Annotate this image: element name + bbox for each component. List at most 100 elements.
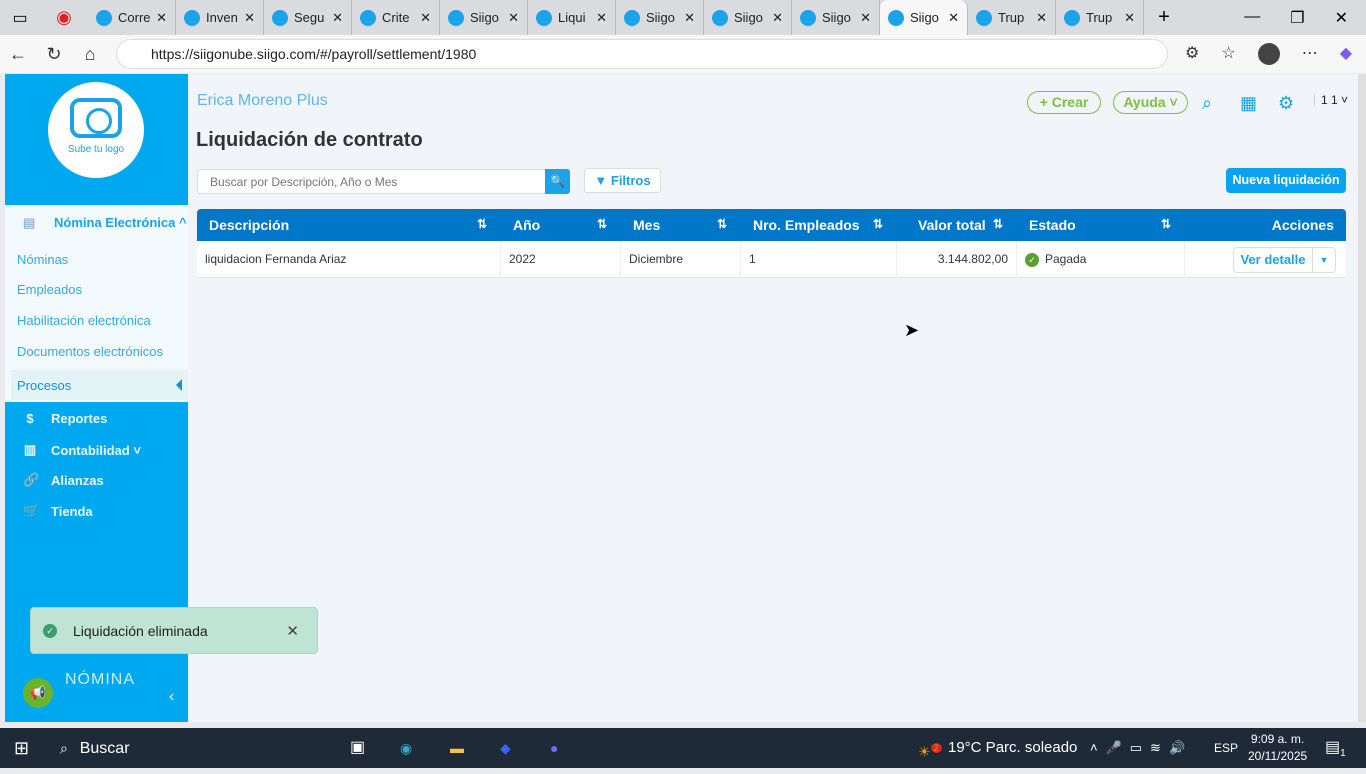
close-toast-icon[interactable]: ✕ (286, 622, 299, 640)
extensions-icon[interactable]: ⚙ (1185, 43, 1199, 65)
new-settlement-button[interactable]: Nueva liquidación (1226, 168, 1346, 193)
notifications-icon[interactable]: ▤1 (1325, 728, 1346, 768)
cell-empleados: 1 (741, 241, 897, 278)
close-tab-icon[interactable]: ✕ (1036, 10, 1047, 26)
help-button[interactable]: Ayuda ˅ (1113, 91, 1188, 114)
sidebar-item-empleados[interactable]: Empleados (17, 282, 82, 297)
close-tab-icon[interactable]: ✕ (420, 10, 431, 26)
col-descripcion[interactable]: Descripción (209, 217, 289, 233)
close-window-button[interactable]: ✕ (1335, 8, 1348, 28)
tab-actions-icon[interactable]: ▭ (0, 8, 40, 28)
browser-tab[interactable]: Trup ✕ (1056, 0, 1144, 35)
col-mes[interactable]: Mes (633, 217, 660, 233)
calendar-icon[interactable]: ▦ (1240, 93, 1257, 114)
browser-tab[interactable]: Siigo ✕ (704, 0, 792, 35)
sort-icon: ⇅ (597, 217, 608, 231)
close-tab-icon[interactable]: ✕ (948, 10, 959, 26)
browser-tab[interactable]: Segu ✕ (264, 0, 352, 35)
sidebar-item-reportes[interactable]: $ Reportes (23, 411, 107, 426)
col-empleados[interactable]: Nro. Empleados (753, 217, 860, 233)
start-icon[interactable]: ⊞ (14, 728, 29, 768)
browser-tab[interactable]: Crite ✕ (352, 0, 440, 35)
cart-icon: 🛒 (23, 503, 40, 518)
sort-icon: ⇅ (717, 217, 728, 231)
task-view-icon[interactable]: ▣ (350, 728, 365, 768)
refresh-icon[interactable]: ↻ (36, 44, 72, 65)
sidebar-item-contabilidad[interactable]: ▥ Contabilidad ˅ (23, 442, 141, 458)
sidebar-item-alianzas[interactable]: 🔗 Alianzas (23, 472, 104, 488)
favicon-icon (360, 9, 376, 26)
close-tab-icon[interactable]: ✕ (860, 10, 871, 26)
sidebar-item-habilitacion[interactable]: Habilitación electrónica (17, 313, 151, 328)
taskbar: ⊞ ⌕ Buscar ▣ ◉ ▬ ◆ ● ☀ 2 19°C Parc. solea… (0, 728, 1366, 768)
sidebar-item-nominas[interactable]: Nóminas (17, 252, 68, 267)
sidebar-section-nomina[interactable]: ▤ Nómina Electrónica ^ (5, 215, 188, 230)
app-icon[interactable]: ◆ (500, 728, 511, 768)
close-tab-icon[interactable]: ✕ (244, 10, 255, 26)
search-icon[interactable]: ⌕ (1202, 93, 1212, 114)
favorites-icon[interactable]: ☆ (1221, 43, 1235, 65)
browser-tab[interactable]: Corre ✕ (88, 0, 176, 35)
megaphone-button[interactable]: 📢 (23, 678, 53, 708)
file-explorer-icon[interactable]: ▬ (450, 728, 464, 768)
close-tab-icon[interactable]: ✕ (156, 10, 167, 26)
teams-icon[interactable]: ● (550, 728, 558, 768)
collapse-sidebar-icon[interactable]: ‹ (169, 688, 174, 706)
browser-tab[interactable]: Siigo ✕ (880, 0, 968, 35)
browser-tab[interactable]: Siigo ✕ (616, 0, 704, 35)
browser-tab[interactable]: Siigo ✕ (792, 0, 880, 35)
language[interactable]: ESP (1214, 728, 1238, 768)
user-menu[interactable]: 1 1 ˅ (1314, 93, 1348, 107)
search-input[interactable] (197, 169, 546, 194)
view-detail-button[interactable]: Ver detalle (1233, 247, 1313, 273)
page-title: Liquidación de contrato (196, 129, 423, 151)
home-icon[interactable]: ⌂ (72, 44, 108, 65)
weather-text[interactable]: 19°C Parc. soleado (948, 728, 1077, 768)
close-tab-icon[interactable]: ✕ (508, 10, 519, 26)
col-estado[interactable]: Estado (1029, 217, 1076, 233)
close-tab-icon[interactable]: ✕ (772, 10, 783, 26)
create-button[interactable]: + Crear (1027, 91, 1101, 114)
browser-tab[interactable]: Inven ✕ (176, 0, 264, 35)
table-header: Descripción ⇅ Año ⇅ Mes ⇅ Nro. Empleados ⇅ V… (197, 209, 1346, 241)
tray-icons[interactable]: ˄🎤▭≋🔊 (1090, 728, 1193, 768)
gear-icon[interactable]: ⚙ (1278, 93, 1294, 114)
search-button[interactable]: 🔍 (545, 169, 570, 194)
profile-avatar[interactable] (1257, 43, 1280, 65)
more-icon[interactable]: ⋯ (1302, 43, 1318, 65)
sidebar-item-procesos[interactable]: Procesos (11, 370, 188, 400)
taskbar-search[interactable]: ⌕ Buscar (60, 728, 360, 768)
logo-text: Sube tu logo (67, 144, 125, 155)
col-anio[interactable]: Año (513, 217, 540, 233)
close-tab-icon[interactable]: ✕ (684, 10, 695, 26)
upload-logo[interactable]: Sube tu logo (48, 82, 144, 178)
weather-icon[interactable]: ☀ 2 (918, 728, 942, 768)
close-tab-icon[interactable]: ✕ (332, 10, 343, 26)
browser-tab[interactable]: Liqui ✕ (528, 0, 616, 35)
copilot-icon[interactable]: ◆ (1340, 43, 1352, 65)
browser-tab[interactable]: Trup ✕ (968, 0, 1056, 35)
clock[interactable]: 9:09 a. m. 20/11/2025 (1248, 731, 1307, 765)
cell-valor: 3.144.802,00 (897, 241, 1017, 278)
new-tab-button[interactable]: + (1144, 6, 1184, 29)
close-tab-icon[interactable]: ✕ (596, 10, 607, 26)
back-icon[interactable]: ← (0, 44, 36, 65)
filters-button[interactable]: ▼ Filtros (584, 168, 661, 193)
maximize-button[interactable]: ❐ (1290, 8, 1304, 28)
sidebar-item-documentos[interactable]: Documentos electrónicos (17, 344, 163, 359)
toast-notification: ✓ Liquidación eliminada ✕ (30, 607, 318, 654)
favicon-icon (272, 9, 288, 26)
scrollbar[interactable] (1358, 74, 1366, 722)
edge-icon[interactable]: ◉ (400, 728, 412, 768)
minimize-button[interactable]: — (1244, 8, 1260, 28)
browser-tab-bar: ▭ ◉ Corre ✕ Inven ✕ Segu ✕ Crite ✕ Siigo ✕ Liqui ✕ S… (0, 0, 1366, 35)
cell-descripcion: liquidacion Fernanda Ariaz (197, 241, 501, 278)
col-valor[interactable]: Valor total (918, 217, 986, 233)
browser-tab[interactable]: Siigo ✕ (440, 0, 528, 35)
actions-dropdown[interactable]: ▼ (1312, 247, 1336, 273)
camera-icon (70, 98, 122, 138)
record-tab-icon[interactable]: ◉ (40, 7, 88, 28)
close-tab-icon[interactable]: ✕ (1124, 10, 1135, 26)
sidebar-item-tienda[interactable]: 🛒 Tienda (23, 503, 93, 519)
url-input[interactable]: https://siigonube.siigo.com/#/payroll/se… (116, 39, 1168, 69)
